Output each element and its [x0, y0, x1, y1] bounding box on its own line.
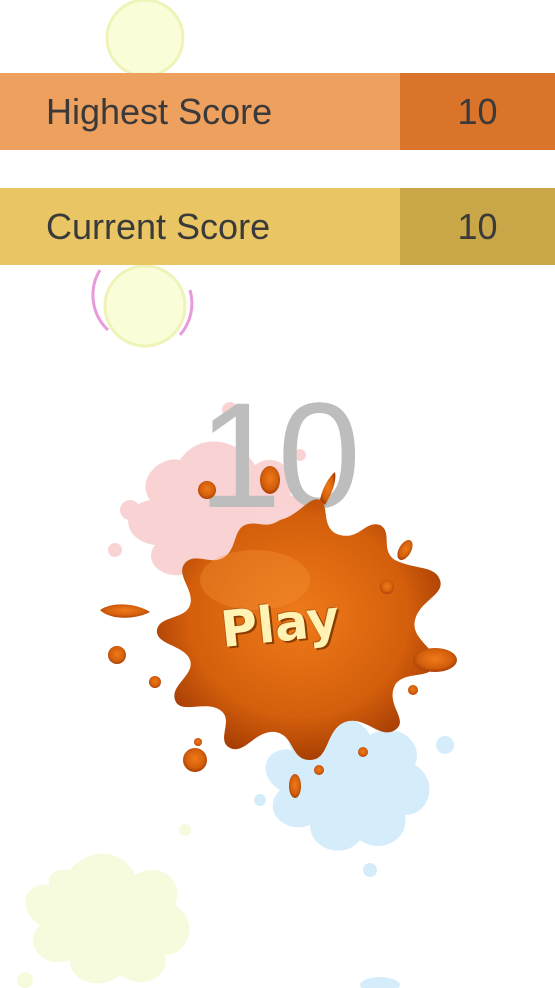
bubble-middle — [103, 264, 187, 348]
current-score-row: Current Score 10 — [0, 188, 555, 265]
current-score-label: Current Score — [0, 188, 400, 265]
highest-score-label: Highest Score — [0, 73, 400, 150]
highest-score-value: 10 — [400, 73, 555, 150]
current-score-value: 10 — [400, 188, 555, 265]
bubble-top — [105, 0, 185, 78]
highest-score-row: Highest Score 10 — [0, 73, 555, 150]
yellow-splat — [17, 824, 191, 988]
play-button[interactable]: Play — [95, 460, 465, 800]
